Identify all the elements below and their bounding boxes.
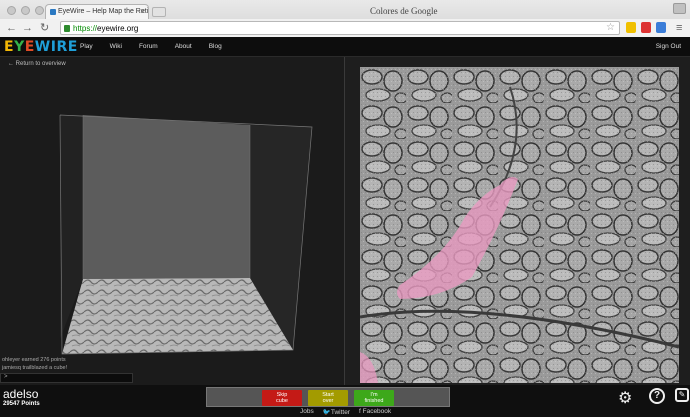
bottom-bar: adelso 29547 Points Skip cube Start over I… bbox=[0, 385, 690, 417]
extension-icon-2[interactable] bbox=[641, 22, 651, 33]
minimize-window-icon[interactable] bbox=[21, 6, 30, 15]
twitter-icon: 🐦 bbox=[322, 409, 331, 416]
reload-button[interactable]: ↻ bbox=[40, 22, 49, 34]
footer-links: Jobs 🐦Twitter f Facebook bbox=[300, 408, 391, 416]
menu-icon[interactable]: ≡ bbox=[676, 22, 682, 34]
help-icon[interactable]: ? bbox=[649, 388, 665, 404]
profile-icon[interactable] bbox=[673, 3, 686, 14]
back-button[interactable]: ← bbox=[6, 22, 17, 34]
jobs-link[interactable]: Jobs bbox=[300, 408, 314, 416]
close-window-icon[interactable] bbox=[7, 6, 16, 15]
url-host: eyewire.org bbox=[97, 24, 139, 33]
nav-forum[interactable]: Forum bbox=[139, 43, 158, 50]
window-controls[interactable] bbox=[7, 6, 44, 15]
chat-log: ohleyer earned 276 points jamiesq trailb… bbox=[2, 356, 67, 372]
em-slice-svg[interactable] bbox=[360, 67, 679, 383]
em-slice-image[interactable] bbox=[360, 67, 679, 383]
bookmark-star-icon[interactable]: ☆ bbox=[606, 22, 615, 33]
username[interactable]: adelso bbox=[3, 387, 38, 401]
action-button-strip: Skip cube Start over I'm finished bbox=[206, 387, 450, 407]
address-bar[interactable]: https://eyewire.org ☆ bbox=[60, 21, 620, 35]
extension-icon-3[interactable] bbox=[656, 22, 666, 33]
skip-cube-button[interactable]: Skip cube bbox=[262, 390, 302, 406]
finished-button[interactable]: I'm finished bbox=[354, 390, 394, 406]
chat-line: jamiesq trailblazed a cube! bbox=[2, 365, 68, 371]
nav-wiki[interactable]: Wiki bbox=[110, 43, 122, 50]
eyewire-logo[interactable]: EYEWIRE bbox=[4, 39, 78, 55]
zoom-window-icon[interactable] bbox=[35, 6, 44, 15]
nav-about[interactable]: About bbox=[175, 43, 192, 50]
window-buttons bbox=[673, 3, 686, 14]
chat-line: ohleyer earned 276 points bbox=[2, 357, 66, 363]
browser-toolbar: ← → ↻ https://eyewire.org ☆ ≡ bbox=[0, 19, 690, 37]
chat-toggle-icon[interactable]: ✎ bbox=[675, 388, 689, 402]
3d-cube-viewport[interactable] bbox=[0, 57, 344, 385]
url-scheme: https:// bbox=[73, 24, 98, 33]
settings-gear-icon[interactable]: ⚙ bbox=[618, 388, 632, 408]
twitter-link[interactable]: 🐦Twitter bbox=[323, 408, 350, 416]
site-nav: EYEWIRE Play Wiki Forum About Blog Sign … bbox=[0, 37, 690, 57]
facebook-link[interactable]: f Facebook bbox=[359, 408, 391, 416]
3d-view-panel[interactable]: ← Return to overview bbox=[0, 57, 344, 385]
lock-icon bbox=[64, 25, 70, 32]
chat-input[interactable]: > bbox=[0, 373, 133, 383]
tab-title: EyeWire – Help Map the Reti bbox=[58, 8, 149, 15]
forward-button[interactable]: → bbox=[22, 22, 33, 34]
new-tab-button[interactable] bbox=[152, 7, 166, 17]
start-over-button[interactable]: Start over bbox=[308, 390, 348, 406]
close-tab-icon[interactable]: × bbox=[140, 7, 145, 16]
nav-blog[interactable]: Blog bbox=[209, 43, 222, 50]
window-title: Colores de Google bbox=[370, 6, 438, 16]
extension-icon-1[interactable] bbox=[626, 22, 636, 33]
nav-play[interactable]: Play bbox=[80, 43, 93, 50]
sign-out-link[interactable]: Sign Out bbox=[656, 43, 681, 50]
nav-links: Play Wiki Forum About Blog bbox=[80, 43, 222, 50]
browser-tab[interactable]: EyeWire – Help Map the Reti × bbox=[45, 4, 149, 19]
favicon-icon bbox=[50, 9, 56, 15]
points-display: 29547 Points bbox=[3, 401, 40, 407]
